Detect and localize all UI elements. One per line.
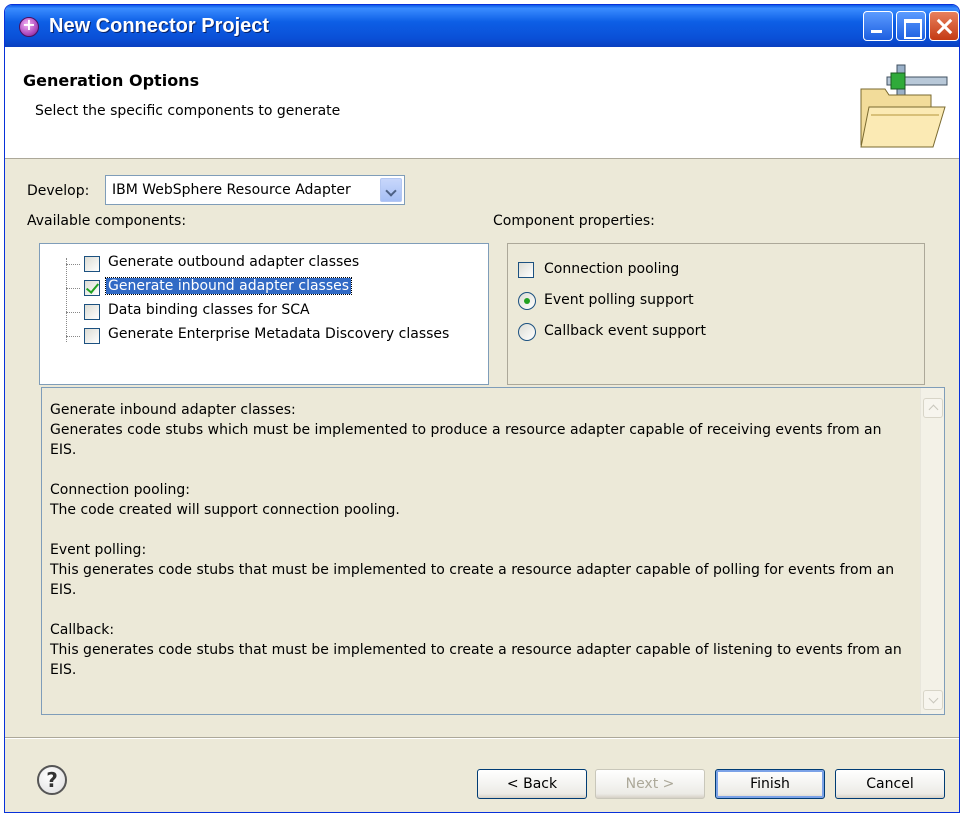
component-properties-label: Component properties: bbox=[493, 213, 655, 229]
tree-item-label: Data binding classes for SCA bbox=[108, 302, 310, 318]
develop-dropdown[interactable]: IBM WebSphere Resource Adapter bbox=[105, 175, 405, 205]
next-button[interactable]: Next > bbox=[595, 769, 705, 799]
close-button[interactable] bbox=[929, 11, 959, 41]
scroll-down-icon[interactable] bbox=[923, 690, 943, 710]
help-icon[interactable]: ? bbox=[37, 765, 67, 795]
page-title: Generation Options bbox=[23, 71, 200, 90]
connection-pooling-checkbox[interactable] bbox=[518, 262, 534, 278]
description-text: Generate inbound adapter classes: Genera… bbox=[50, 400, 910, 700]
components-tree: Generate outbound adapter classes Genera… bbox=[39, 243, 489, 385]
description-paragraph: Connection pooling: The code created wil… bbox=[50, 480, 910, 520]
description-body: The code created will support connection… bbox=[50, 502, 400, 518]
minimize-button[interactable] bbox=[863, 11, 893, 41]
tree-item-label: Generate inbound adapter classes bbox=[104, 277, 353, 295]
footer-separator bbox=[5, 737, 959, 739]
page-description: Select the specific components to genera… bbox=[35, 103, 341, 119]
finish-button[interactable]: Finish bbox=[715, 769, 825, 799]
inbound-checkbox[interactable] bbox=[84, 280, 100, 296]
description-paragraph: Callback: This generates code stubs that… bbox=[50, 620, 910, 680]
description-heading: Event polling: bbox=[50, 542, 147, 558]
description-paragraph: Generate inbound adapter classes: Genera… bbox=[50, 400, 910, 460]
description-heading: Connection pooling: bbox=[50, 482, 190, 498]
develop-label: Develop: bbox=[27, 183, 90, 199]
callback-event-radio[interactable] bbox=[518, 323, 536, 341]
outbound-checkbox[interactable] bbox=[84, 256, 100, 272]
tree-item-label: Generate Enterprise Metadata Discovery c… bbox=[108, 326, 450, 342]
description-body: This generates code stubs that must be i… bbox=[50, 562, 895, 598]
event-polling-label: Event polling support bbox=[544, 292, 694, 308]
description-body: This generates code stubs that must be i… bbox=[50, 642, 902, 678]
description-panel[interactable]: Generate inbound adapter classes: Genera… bbox=[41, 387, 945, 715]
maximize-button[interactable] bbox=[896, 11, 926, 41]
connection-pooling-label: Connection pooling bbox=[544, 261, 680, 277]
back-button[interactable]: < Back bbox=[477, 769, 587, 799]
data-binding-checkbox[interactable] bbox=[84, 304, 100, 320]
title-bar[interactable]: New Connector Project bbox=[5, 5, 959, 47]
tree-item-label: Generate outbound adapter classes bbox=[108, 254, 360, 270]
dialog-window: New Connector Project Generation Options… bbox=[4, 4, 960, 813]
chevron-down-icon[interactable] bbox=[380, 178, 402, 202]
cancel-button[interactable]: Cancel bbox=[835, 769, 945, 799]
connector-folder-icon bbox=[860, 64, 948, 148]
scroll-up-icon[interactable] bbox=[923, 398, 943, 418]
tree-connector-line bbox=[66, 258, 67, 342]
callback-event-label: Callback event support bbox=[544, 323, 706, 339]
emd-checkbox[interactable] bbox=[84, 328, 100, 344]
develop-selected-value: IBM WebSphere Resource Adapter bbox=[112, 182, 351, 198]
vertical-scrollbar[interactable] bbox=[920, 388, 944, 714]
description-heading: Callback: bbox=[50, 622, 115, 638]
description-heading: Generate inbound adapter classes: bbox=[50, 402, 296, 418]
window-title: New Connector Project bbox=[49, 15, 270, 37]
description-paragraph: Event polling: This generates code stubs… bbox=[50, 540, 910, 600]
event-polling-radio[interactable] bbox=[518, 292, 536, 310]
component-properties-panel: Connection pooling Event polling support… bbox=[507, 243, 925, 385]
app-icon bbox=[19, 15, 39, 37]
wizard-header: Generation Options Select the specific c… bbox=[5, 47, 959, 159]
available-components-label: Available components: bbox=[27, 213, 187, 229]
description-body: Generates code stubs which must be imple… bbox=[50, 422, 882, 458]
